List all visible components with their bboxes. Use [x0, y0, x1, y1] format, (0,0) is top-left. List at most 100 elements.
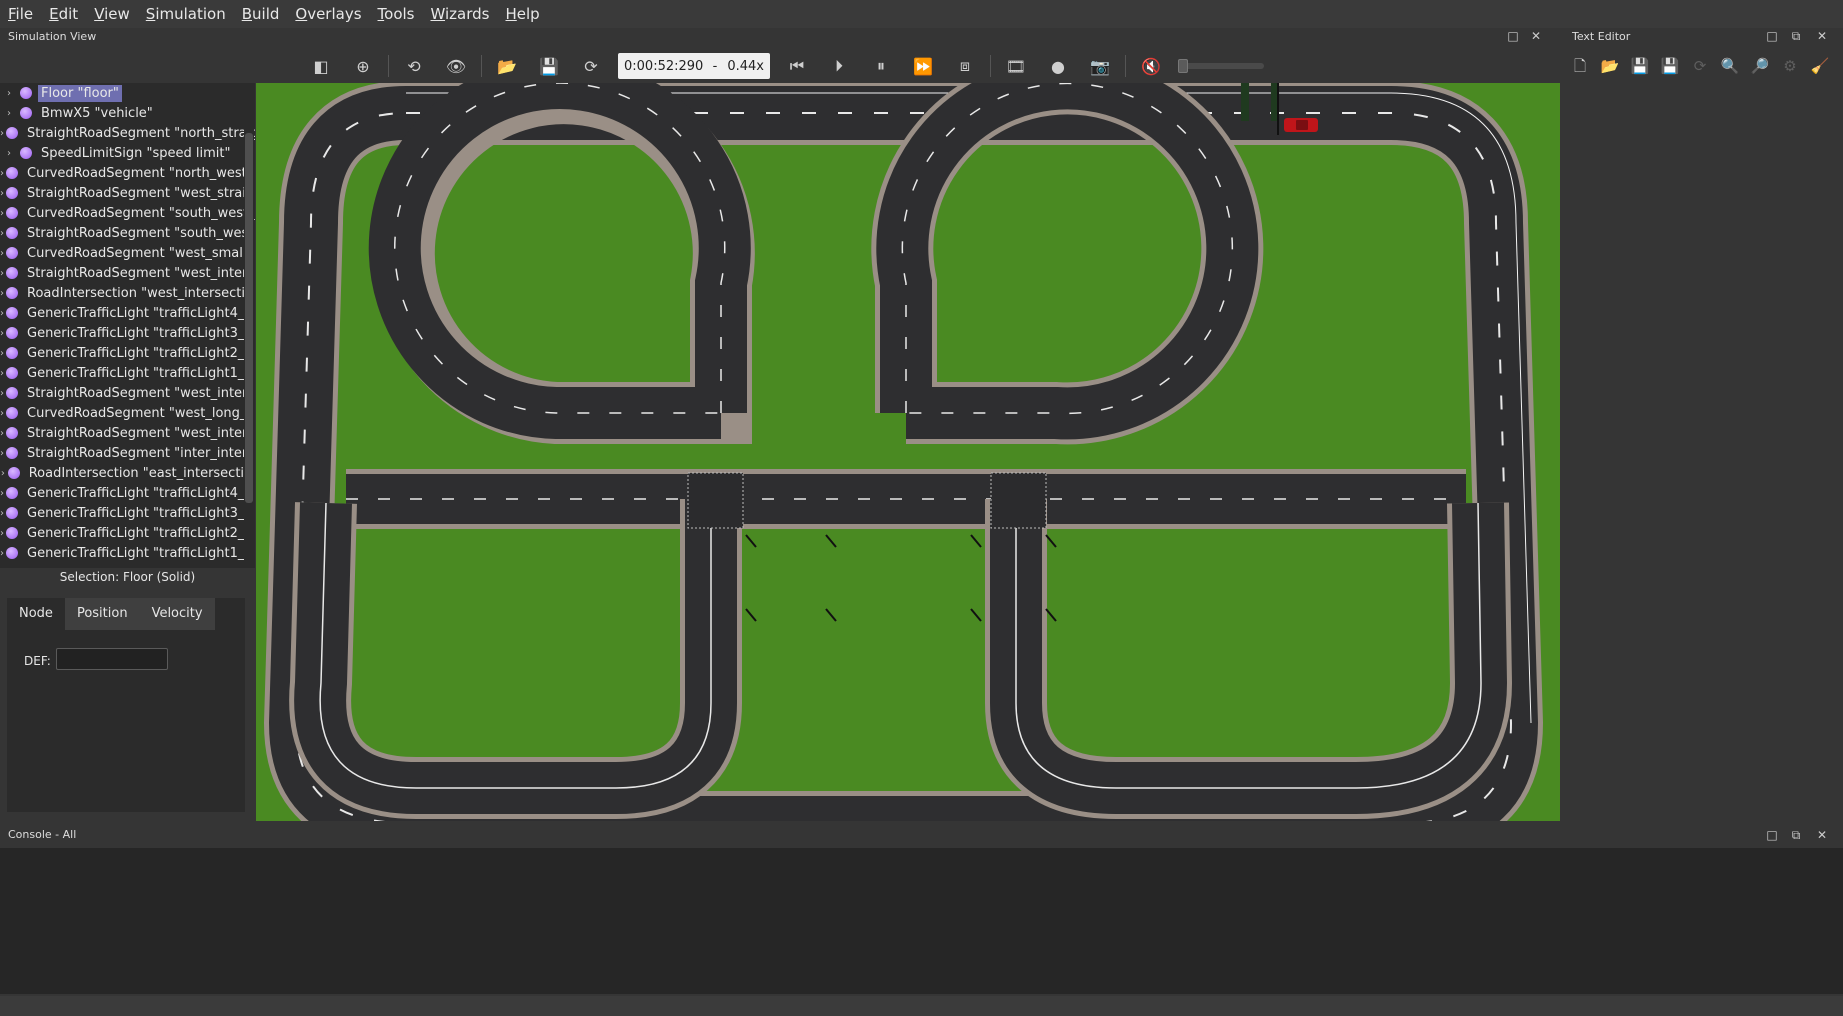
menu-wizards[interactable]: Wizards	[423, 0, 498, 28]
scene-tree-item[interactable]: › GenericTrafficLight "trafficLight1_e	[0, 543, 255, 563]
scene-tree-item[interactable]: › StraightRoadSegment "west_straig	[0, 183, 255, 203]
rendering-toggle-icon[interactable]: ⧈	[944, 52, 986, 80]
scene-tree-item[interactable]: › StraightRoadSegment "west_inters	[0, 383, 255, 403]
def-field[interactable]	[56, 648, 168, 670]
open-file-icon[interactable]: 📂	[1598, 54, 1622, 78]
expand-chevron-icon[interactable]: ›	[0, 108, 18, 119]
expand-chevron-icon[interactable]: ›	[0, 388, 4, 399]
menu-help[interactable]: Help	[498, 0, 548, 28]
fast-forward-icon[interactable]: ⏩	[902, 52, 944, 80]
float-icon[interactable]: □	[1764, 28, 1780, 44]
expand-chevron-icon[interactable]: ›	[0, 508, 4, 519]
scene-tree-item[interactable]: › CurvedRoadSegment "west_small_	[0, 243, 255, 263]
reset-simulation-icon[interactable]: ⏮	[776, 52, 818, 80]
console-output[interactable]	[0, 848, 1843, 994]
close-icon[interactable]: ✕	[1528, 28, 1544, 44]
float-icon[interactable]: □	[1505, 28, 1521, 44]
step-icon[interactable]: ⏵	[818, 52, 860, 80]
expand-chevron-icon[interactable]: ›	[0, 308, 4, 319]
expand-chevron-icon[interactable]: ›	[0, 368, 4, 379]
expand-chevron-icon[interactable]: ›	[0, 408, 4, 419]
expand-chevron-icon[interactable]: ›	[0, 488, 4, 499]
scene-tree-item[interactable]: › RoadIntersection "west_intersectio	[0, 283, 255, 303]
road-track-scene[interactable]	[256, 83, 1560, 821]
scene-tree-item[interactable]: › GenericTrafficLight "trafficLight3_e	[0, 503, 255, 523]
bmw-x5-vehicle[interactable]	[1284, 118, 1318, 132]
expand-chevron-icon[interactable]: ›	[0, 328, 4, 339]
save-world-icon[interactable]: 💾	[528, 52, 570, 80]
menu-build[interactable]: Build	[234, 0, 288, 28]
scene-tree-item[interactable]: › GenericTrafficLight "trafficLight1_v	[0, 363, 255, 383]
volume-slider-handle[interactable]	[1178, 59, 1188, 73]
scene-tree-item[interactable]: › GenericTrafficLight "trafficLight2_e	[0, 523, 255, 543]
scene-tree-item[interactable]: › CurvedRoadSegment "west_long_c	[0, 403, 255, 423]
expand-chevron-icon[interactable]: ›	[0, 188, 4, 199]
expand-chevron-icon[interactable]: ›	[0, 448, 4, 459]
screenshot-icon[interactable]: 📷	[1079, 52, 1121, 80]
scene-tree-item[interactable]: › GenericTrafficLight "trafficLight2_v	[0, 343, 255, 363]
new-file-icon[interactable]: 🗋	[1568, 54, 1592, 78]
view-eye-icon[interactable]: 👁	[435, 52, 477, 80]
expand-chevron-icon[interactable]: ›	[0, 168, 4, 179]
scene-tree-item[interactable]: › RoadIntersection "east_intersectio	[0, 463, 255, 483]
add-node-icon[interactable]: ⊕	[342, 52, 384, 80]
scene-tree-item[interactable]: › SpeedLimitSign "speed limit"	[0, 143, 255, 163]
menu-simulation[interactable]: Simulation	[138, 0, 234, 28]
node-type-icon	[6, 347, 18, 359]
expand-chevron-icon[interactable]: ›	[0, 248, 4, 259]
menu-tools[interactable]: Tools	[370, 0, 423, 28]
scene-tree-item[interactable]: › StraightRoadSegment "west_inters	[0, 423, 255, 443]
scene-tree-item[interactable]: › BmwX5 "vehicle"	[0, 103, 255, 123]
scene-tree-item[interactable]: › GenericTrafficLight "trafficLight4_v	[0, 303, 255, 323]
scene-tree-item[interactable]: › GenericTrafficLight "trafficLight4_e	[0, 483, 255, 503]
menu-edit[interactable]: Edit	[41, 0, 86, 28]
record-movie-icon[interactable]: 🎞	[995, 52, 1037, 80]
scene-tree-item[interactable]: › StraightRoadSegment "west_inters	[0, 263, 255, 283]
mute-icon[interactable]: 🔇	[1130, 52, 1172, 80]
expand-chevron-icon[interactable]: ›	[0, 128, 4, 139]
maximize-icon[interactable]: ⧉	[1788, 28, 1804, 44]
scene-tree-item[interactable]: › CurvedRoadSegment "north_west_	[0, 163, 255, 183]
expand-chevron-icon[interactable]: ›	[0, 288, 4, 299]
west-intersection	[687, 472, 744, 529]
scene-tree-item[interactable]: › StraightRoadSegment "south_west	[0, 223, 255, 243]
scene-tree-item[interactable]: › GenericTrafficLight "trafficLight3_v	[0, 323, 255, 343]
expand-chevron-icon[interactable]: ›	[0, 228, 4, 239]
menu-file[interactable]: File	[0, 0, 41, 28]
tab-node[interactable]: Node	[7, 598, 65, 630]
record-animation-icon[interactable]: ●	[1037, 52, 1079, 80]
expand-chevron-icon[interactable]: ›	[0, 148, 18, 159]
toggle-scene-tree-icon[interactable]: ◧	[300, 52, 342, 80]
property-tabs: Node Position Velocity	[7, 598, 215, 630]
maximize-icon[interactable]: ⧉	[1788, 827, 1804, 843]
expand-chevron-icon[interactable]: ›	[0, 268, 4, 279]
text-editor-title: Text Editor	[1572, 30, 1631, 43]
scene-tree-item[interactable]: › Floor "floor"	[0, 83, 255, 103]
tab-velocity[interactable]: Velocity	[139, 598, 215, 630]
scene-tree-item[interactable]: › StraightRoadSegment "inter_inters	[0, 443, 255, 463]
expand-chevron-icon[interactable]: ›	[0, 88, 18, 99]
volume-slider[interactable]	[1178, 59, 1264, 73]
menu-overlays[interactable]: Overlays	[287, 0, 369, 28]
restore-viewpoint-icon[interactable]: ⟲	[393, 52, 435, 80]
scene-tree-item[interactable]: › CurvedRoadSegment "south_west_	[0, 203, 255, 223]
expand-chevron-icon[interactable]: ›	[0, 348, 4, 359]
tab-position[interactable]: Position	[64, 598, 140, 630]
expand-chevron-icon[interactable]: ›	[0, 468, 6, 479]
menu-view[interactable]: View	[86, 0, 138, 28]
reload-world-icon[interactable]: ⟳	[570, 52, 612, 80]
scene-tree-item[interactable]: › StraightRoadSegment "north_straig	[0, 123, 255, 143]
scene-tree-scrollbar[interactable]	[244, 83, 254, 568]
close-icon[interactable]: ✕	[1814, 28, 1830, 44]
pause-icon[interactable]: ⏸	[860, 52, 902, 80]
expand-chevron-icon[interactable]: ›	[0, 208, 4, 219]
3d-view[interactable]	[256, 83, 1560, 821]
scrollbar-thumb[interactable]	[245, 133, 253, 503]
expand-chevron-icon[interactable]: ›	[0, 548, 4, 559]
expand-chevron-icon[interactable]: ›	[0, 528, 4, 539]
float-icon[interactable]: □	[1764, 827, 1780, 843]
node-type-icon	[6, 447, 18, 459]
expand-chevron-icon[interactable]: ›	[0, 428, 4, 439]
open-world-icon[interactable]: 📂	[486, 52, 528, 80]
close-icon[interactable]: ✕	[1814, 827, 1830, 843]
